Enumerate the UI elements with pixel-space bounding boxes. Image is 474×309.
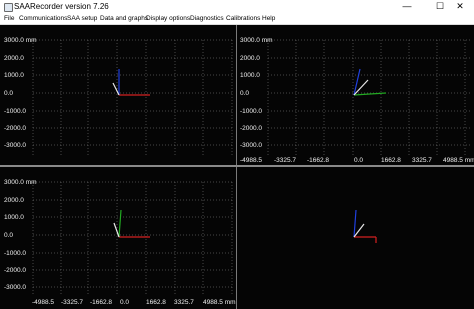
grid-lines — [32, 181, 233, 295]
y-label: 3000.0 mm — [4, 179, 37, 186]
x-label: 3325.7 — [174, 299, 194, 306]
plot-grid-graphics: 3000.0 mm 2000.0 1000.0 0.0 -1000.0 -200… — [4, 37, 474, 306]
z-axis-vector — [353, 209, 357, 238]
close-button[interactable]: ✕ — [446, 0, 474, 13]
x-label: 4988.5 mm — [203, 299, 236, 306]
y-label: -2000.0 — [240, 125, 262, 132]
x-label: -4988.5 — [240, 157, 262, 164]
y-label: 0.0 — [240, 90, 249, 97]
y-label: 0.0 — [4, 90, 13, 97]
y-label: 2000.0 — [4, 55, 24, 62]
y-axis-vector — [118, 209, 122, 238]
menu-bar: File Communications SAA setup Data and g… — [0, 13, 474, 25]
y-label: 3000.0 mm — [4, 37, 37, 44]
app-icon — [4, 3, 13, 12]
plot-panel-top-right: 3000.0 mm 2000.0 1000.0 0.0 -1000.0 -200… — [240, 37, 474, 164]
menu-calibrations[interactable]: Calibrations — [226, 13, 260, 24]
x-label: -3325.7 — [61, 299, 83, 306]
title-bar: SAARecorder version 7.26 — ☐ ✕ — [0, 0, 474, 13]
y-label: -3000.0 — [4, 284, 26, 291]
grid-lines — [32, 39, 233, 157]
minimize-button[interactable]: — — [393, 0, 421, 13]
x-label: 4988.5 mm — [443, 157, 474, 164]
menu-display-options[interactable]: Display options — [146, 13, 190, 24]
x-label: 3325.7 — [412, 157, 432, 164]
x-label: -3325.7 — [274, 157, 296, 164]
orientation-vectors — [353, 209, 377, 243]
menu-saa-setup[interactable]: SAA setup — [67, 13, 97, 24]
x-label: 0.0 — [354, 157, 363, 164]
y-label: -1000.0 — [240, 108, 262, 115]
y-label: 1000.0 — [4, 214, 24, 221]
plot-panel-bottom-left: 3000.0 mm 2000.0 1000.0 0.0 -1000.0 -200… — [4, 179, 236, 306]
grid-lines — [267, 39, 472, 157]
y-label: -2000.0 — [4, 125, 26, 132]
y-label: 1000.0 — [4, 72, 24, 79]
x-label: -1662.8 — [307, 157, 329, 164]
y-label: 2000.0 — [240, 55, 260, 62]
y-label: -2000.0 — [4, 267, 26, 274]
x-label: 1662.8 — [146, 299, 166, 306]
menu-help[interactable]: Help — [262, 13, 275, 24]
menu-communications[interactable]: Communications — [19, 13, 67, 24]
orientation-vectors — [112, 69, 150, 96]
y-label: -3000.0 — [240, 142, 262, 149]
plot-panel-top-left: 3000.0 mm 2000.0 1000.0 0.0 -1000.0 -200… — [4, 37, 233, 157]
menu-file[interactable]: File — [4, 13, 14, 24]
x-label: -1662.8 — [90, 299, 112, 306]
y-label: -1000.0 — [4, 108, 26, 115]
menu-diagnostics[interactable]: Diagnostics — [190, 13, 224, 24]
y-label: 2000.0 — [4, 197, 24, 204]
x-label: 1662.8 — [381, 157, 401, 164]
x-label: 0.0 — [120, 299, 129, 306]
device-vector — [353, 223, 365, 238]
panel-divider-horizontal — [0, 165, 474, 167]
panel-divider-vertical — [236, 25, 237, 309]
menu-data-and-graphs[interactable]: Data and graphs — [100, 13, 148, 24]
window-title: SAARecorder version 7.26 — [14, 2, 109, 11]
y-label: 0.0 — [4, 232, 13, 239]
plot-panel-bottom-right — [353, 209, 377, 243]
orientation-vectors — [113, 209, 150, 238]
y-label: 1000.0 — [240, 72, 260, 79]
y-label: 3000.0 mm — [240, 37, 273, 44]
device-vector — [112, 82, 120, 96]
x-label: -4988.5 — [32, 299, 54, 306]
y-label: -3000.0 — [4, 142, 26, 149]
y-label: -1000.0 — [4, 250, 26, 257]
